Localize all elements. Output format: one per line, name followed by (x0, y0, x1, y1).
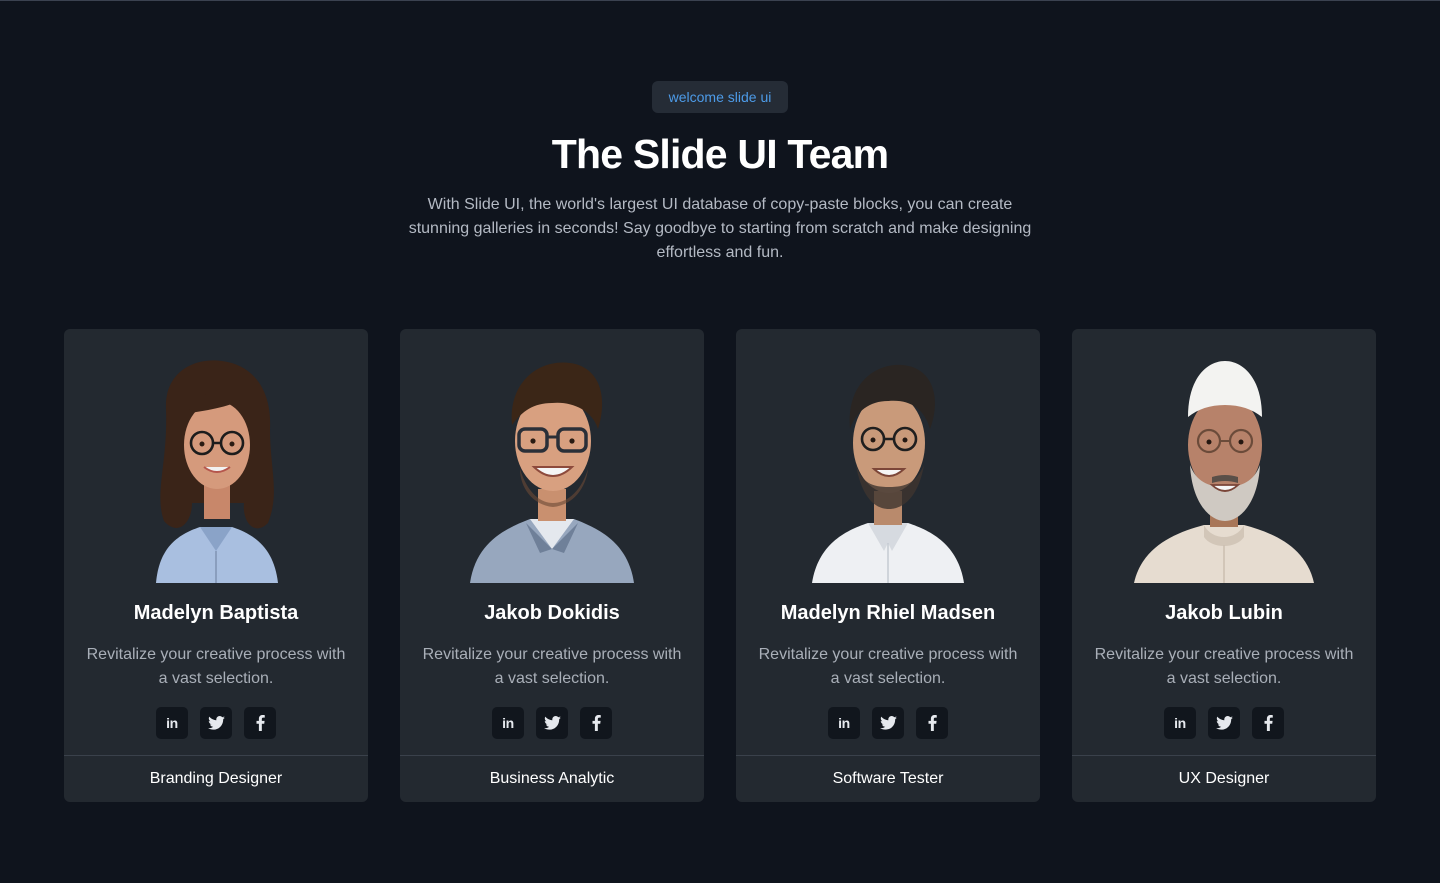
social-links: in (400, 707, 704, 739)
team-card: Madelyn Rhiel Madsen Revitalize your cre… (736, 329, 1040, 802)
team-card: Jakob Lubin Revitalize your creative pro… (1072, 329, 1376, 802)
social-links: in (1072, 707, 1376, 739)
member-description: Revitalize your creative process with a … (758, 646, 1018, 687)
member-name: Madelyn Rhiel Madsen (780, 602, 996, 624)
team-member-photo (776, 353, 1000, 583)
member-name: Madelyn Baptista (133, 602, 299, 624)
member-role: UX Designer (1178, 770, 1270, 787)
linkedin-icon[interactable]: in (492, 707, 524, 739)
twitter-icon[interactable] (1208, 707, 1240, 739)
team-member-photo (440, 353, 664, 583)
facebook-icon[interactable] (244, 707, 276, 739)
linkedin-label: in (502, 715, 514, 731)
member-name: Jakob Lubin (1165, 602, 1283, 624)
linkedin-label: in (838, 715, 850, 731)
team-member-photo (1112, 353, 1336, 583)
twitter-icon[interactable] (872, 707, 904, 739)
linkedin-label: in (166, 715, 178, 731)
linkedin-icon[interactable]: in (1164, 707, 1196, 739)
member-description: Revitalize your creative process with a … (86, 646, 346, 687)
member-name: Jakob Dokidis (484, 602, 620, 624)
team-member-photo (104, 353, 328, 583)
team-card: Madelyn Baptista Revitalize your creativ… (64, 329, 368, 802)
twitter-icon[interactable] (200, 707, 232, 739)
facebook-icon[interactable] (580, 707, 612, 739)
page-subtitle: With Slide UI, the world's largest UI da… (408, 196, 1032, 261)
member-role: Branding Designer (149, 770, 283, 787)
member-description: Revitalize your creative process with a … (1094, 646, 1354, 687)
linkedin-icon[interactable]: in (828, 707, 860, 739)
portrait-woman-glasses (156, 360, 278, 583)
portrait-man-glasses (470, 362, 634, 583)
portrait-man-white-cap-beard (1134, 361, 1314, 583)
social-links: in (64, 707, 368, 739)
facebook-icon[interactable] (916, 707, 948, 739)
team-card: Jakob Dokidis Revitalize your creative p… (400, 329, 704, 802)
social-links: in (736, 707, 1040, 739)
top-border (0, 0, 1440, 1)
portrait-man-glasses-white-shirt (812, 364, 964, 583)
twitter-icon[interactable] (536, 707, 568, 739)
member-role: Software Tester (832, 770, 944, 787)
page-title: The Slide UI Team (551, 131, 889, 177)
facebook-icon[interactable] (1252, 707, 1284, 739)
member-role: Business Analytic (489, 770, 615, 787)
welcome-badge: welcome slide ui (652, 81, 788, 113)
linkedin-icon[interactable]: in (156, 707, 188, 739)
member-description: Revitalize your creative process with a … (422, 646, 682, 687)
linkedin-label: in (1174, 715, 1186, 731)
